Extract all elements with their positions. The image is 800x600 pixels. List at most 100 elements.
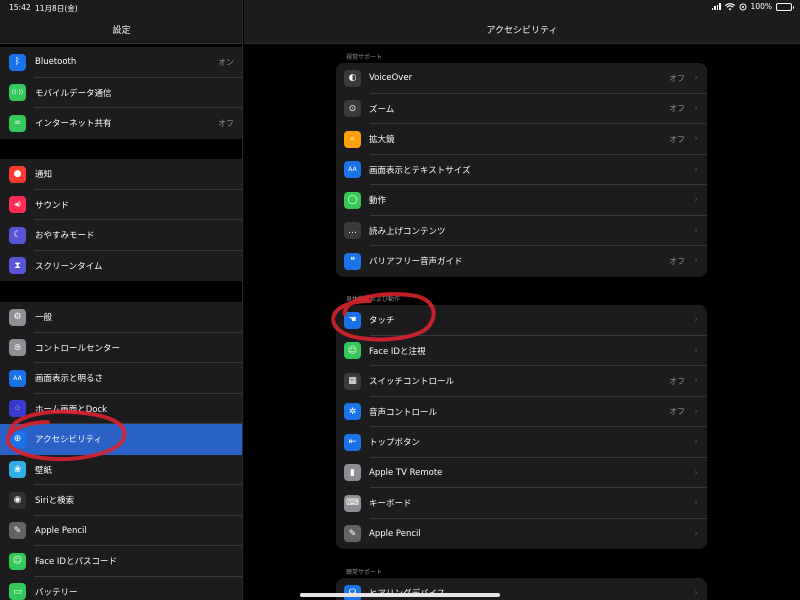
- chevron-right-icon: ›: [694, 134, 698, 145]
- setting-label: ズーム: [369, 104, 395, 115]
- sidebar-item-gear[interactable]: ⚙ 一般: [0, 302, 242, 333]
- hourglass-icon: ⧗: [9, 257, 26, 275]
- voiceover-icon: ◐: [344, 69, 361, 87]
- setting-label: トップボタン: [369, 438, 421, 449]
- sidebar-item-wallpaper-flower[interactable]: ❀ 壁紙: [0, 455, 242, 485]
- sidebar-item-home-grid[interactable]: ⁘ ホーム画面とDock: [0, 394, 242, 424]
- sidebar-item-face-id[interactable]: ☺ Face IDとパスコード: [0, 546, 242, 577]
- text-size-icon: AA: [344, 161, 361, 179]
- keyboard-icon: ⌨: [344, 494, 361, 512]
- sidebar-item-bluetooth[interactable]: ᛒ Bluetooth オン: [0, 47, 242, 78]
- chevron-right-icon: ›: [694, 528, 698, 539]
- sidebar-item-link-chain[interactable]: ∞ インターネット共有 オフ: [0, 108, 242, 139]
- location-lock-icon: [739, 3, 747, 10]
- magnifier-icon: ⌕: [344, 130, 361, 148]
- setting-label: 拡大鏡: [369, 135, 395, 146]
- battery-icon: [776, 2, 794, 11]
- setting-row-motion[interactable]: ◯ 動作 ›: [336, 185, 707, 216]
- chevron-right-icon: ›: [694, 588, 698, 599]
- sidebar-item-label: 画面表示と明るさ: [35, 374, 104, 385]
- speaker-icon: ◀): [9, 196, 26, 214]
- sidebar-item-battery[interactable]: ▭ バッテリー: [0, 577, 242, 600]
- sidebar-item-label: 壁紙: [35, 465, 53, 476]
- setting-label: VoiceOver: [369, 73, 413, 84]
- sidebar-item-moon[interactable]: ☾ おやすみモード: [0, 220, 242, 251]
- sidebar-item-pencil[interactable]: ✎ Apple Pencil: [0, 516, 242, 546]
- sidebar-item-label: Siriと検索: [35, 496, 75, 507]
- wallpaper-flower-icon: ❀: [9, 461, 26, 479]
- sidebar-item-cellular-antenna[interactable]: ((·)) モバイルデータ通信: [0, 78, 242, 108]
- setting-row-keyboard[interactable]: ⌨ キーボード ›: [336, 488, 707, 519]
- chevron-right-icon: ›: [694, 195, 698, 206]
- setting-row-face-id[interactable]: ☺ Face IDと注視 ›: [336, 336, 707, 366]
- sidebar-item-speaker[interactable]: ◀) サウンド: [0, 190, 242, 220]
- setting-value: オフ: [669, 376, 685, 386]
- cellular-signal-icon: [711, 3, 721, 10]
- settings-sidebar: 設定 ᛒ Bluetooth オン ((·)) モバイルデータ通信 ∞ インターネット共有 オ…: [0, 0, 243, 600]
- switch-grid-icon: ▦: [344, 372, 361, 390]
- setting-label: タッチ: [369, 316, 395, 327]
- sidebar-item-hourglass[interactable]: ⧗ スクリーンタイム: [0, 251, 242, 282]
- section-physical: ☚ タッチ › ☺ Face IDと注視 › ▦ スイッチコントロール オフ › ✲ 音声コントロール…: [336, 305, 707, 549]
- sidebar-item-label: アクセシビリティ: [35, 435, 103, 446]
- status-right: 100%: [711, 2, 794, 11]
- sidebar-item-accessibility[interactable]: ⊕ アクセシビリティ: [0, 424, 242, 455]
- chevron-right-icon: ›: [694, 437, 698, 448]
- chevron-right-icon: ›: [694, 225, 698, 236]
- setting-row-voiceover[interactable]: ◐ VoiceOver オフ ›: [336, 63, 707, 94]
- sidebar-item-label: Apple Pencil: [35, 525, 87, 536]
- section-header-vision: 視覚サポート: [346, 54, 383, 61]
- setting-label: 読み上げコンテンツ: [369, 226, 446, 237]
- setting-value: オフ: [669, 407, 685, 417]
- sidebar-group-connectivity: ᛒ Bluetooth オン ((·)) モバイルデータ通信 ∞ インターネット共有 オフ: [0, 47, 242, 139]
- sidebar-item-value: オン: [218, 57, 234, 67]
- siri-icon: ◉: [9, 491, 26, 509]
- section-vision: ◐ VoiceOver オフ › ⊙ ズーム オフ › ⌕ 拡大鏡 オフ › AA 画面表示とテキストサイ…: [336, 63, 707, 277]
- home-indicator[interactable]: [300, 593, 500, 597]
- sidebar-item-label: バッテリー: [35, 587, 78, 598]
- setting-label: キーボード: [369, 499, 412, 510]
- sidebar-item-toggle-switches[interactable]: ⊜ コントロールセンター: [0, 333, 242, 363]
- setting-row-zoom[interactable]: ⊙ ズーム オフ ›: [336, 94, 707, 124]
- link-chain-icon: ∞: [9, 114, 26, 132]
- setting-row-voice-control[interactable]: ✲ 音声コントロール オフ ›: [336, 397, 707, 427]
- setting-row-switch-grid[interactable]: ▦ スイッチコントロール オフ ›: [336, 366, 707, 397]
- sidebar-item-label: 通知: [35, 170, 53, 181]
- setting-row-magnifier[interactable]: ⌕ 拡大鏡 オフ ›: [336, 124, 707, 155]
- setting-label: Apple TV Remote: [369, 467, 443, 478]
- sidebar-item-label: スクリーンタイム: [35, 261, 103, 272]
- voice-control-icon: ✲: [344, 403, 361, 421]
- sidebar-item-label: 一般: [35, 313, 53, 324]
- setting-row-audio-description[interactable]: ❝ バリアフリー音声ガイド オフ ›: [336, 246, 707, 277]
- setting-row-text-size[interactable]: AA 画面表示とテキストサイズ ›: [336, 155, 707, 185]
- setting-row-remote[interactable]: ▮ Apple TV Remote ›: [336, 458, 707, 488]
- chevron-right-icon: ›: [694, 376, 698, 387]
- setting-row-pencil[interactable]: ✎ Apple Pencil ›: [336, 519, 707, 550]
- setting-label: Apple Pencil: [369, 528, 421, 539]
- sidebar-item-text-size[interactable]: AA 画面表示と明るさ: [0, 363, 242, 394]
- face-id-icon: ☺: [9, 552, 26, 570]
- battery-icon: ▭: [9, 583, 26, 600]
- sidebar-item-siri[interactable]: ◉ Siriと検索: [0, 485, 242, 516]
- bluetooth-icon: ᛒ: [9, 53, 26, 71]
- sidebar-item-label: サウンド: [35, 200, 70, 211]
- setting-label: 画面表示とテキストサイズ: [369, 165, 471, 176]
- setting-row-top-button[interactable]: ⇤ トップボタン ›: [336, 427, 707, 458]
- chevron-right-icon: ›: [694, 406, 698, 417]
- chevron-right-icon: ›: [694, 164, 698, 175]
- setting-row-speech-bubble[interactable]: … 読み上げコンテンツ ›: [336, 216, 707, 246]
- setting-label: バリアフリー音声ガイド: [369, 257, 463, 268]
- sidebar-item-value: オフ: [218, 118, 234, 128]
- sidebar-title: 設定: [112, 26, 131, 36]
- chevron-right-icon: ›: [694, 73, 698, 84]
- home-grid-icon: ⁘: [9, 400, 26, 418]
- zoom-icon: ⊙: [344, 100, 361, 118]
- setting-label: スイッチコントロール: [369, 377, 455, 388]
- chevron-right-icon: ›: [694, 345, 698, 356]
- sidebar-item-notification[interactable]: ● 通知: [0, 159, 242, 190]
- pencil-icon: ✎: [344, 525, 361, 543]
- text-size-icon: AA: [9, 369, 26, 387]
- setting-row-touch-hand[interactable]: ☚ タッチ ›: [336, 305, 707, 336]
- sidebar-item-label: モバイルデータ通信: [35, 88, 112, 99]
- cellular-antenna-icon: ((·)): [9, 84, 26, 102]
